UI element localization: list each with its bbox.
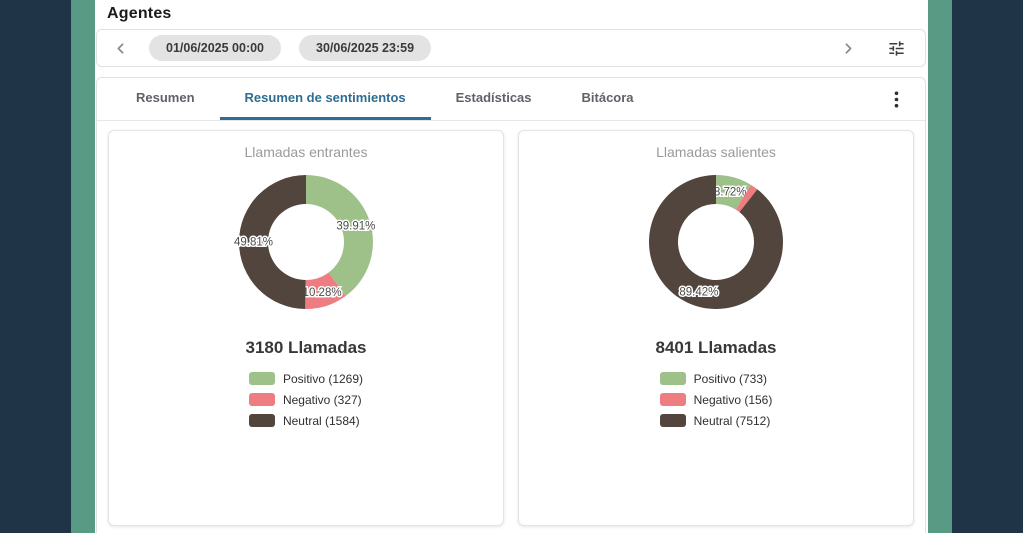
more-options-button[interactable]: [885, 88, 907, 110]
legend-label: Neutral (7512): [694, 414, 771, 428]
background-panel-left: [0, 0, 71, 533]
accent-strip-left: [71, 0, 95, 533]
date-start-chip[interactable]: 01/06/2025 00:00: [149, 35, 281, 61]
filter-settings-button[interactable]: [885, 37, 907, 59]
donut-slice-label: 39.91%: [336, 221, 375, 233]
legend-label: Negativo (327): [283, 393, 362, 407]
donut-slice-positivo[interactable]: [306, 175, 373, 296]
chevron-right-icon: [840, 40, 857, 57]
incoming-calls-title: Llamadas entrantes: [109, 144, 503, 160]
legend-swatch-icon: [660, 372, 686, 385]
legend-swatch-icon: [249, 414, 275, 427]
outgoing-calls-donut-chart: 8.72% 89.42%: [519, 161, 913, 323]
legend-swatch-icon: [249, 393, 275, 406]
next-period-button[interactable]: [837, 37, 859, 59]
legend-item-positivo[interactable]: Positivo (733): [660, 370, 773, 387]
outgoing-calls-legend: Positivo (733) Negativo (156) Neutral (751…: [660, 370, 773, 433]
page-title: Agentes: [107, 5, 172, 23]
incoming-calls-card: Llamadas entrantes 39.91% 10.28% 49.81% 31…: [108, 130, 504, 526]
legend-item-negativo[interactable]: Negativo (327): [249, 391, 363, 408]
donut-slice-label: 8.72%: [714, 186, 747, 198]
outgoing-calls-title: Llamadas salientes: [519, 144, 913, 160]
legend-swatch-icon: [249, 372, 275, 385]
accent-strip-right: [927, 0, 952, 533]
charts-row: Llamadas entrantes 39.91% 10.28% 49.81% 31…: [97, 121, 925, 526]
legend-item-positivo[interactable]: Positivo (1269): [249, 370, 363, 387]
legend-label: Negativo (156): [694, 393, 773, 407]
previous-period-button[interactable]: [109, 37, 131, 59]
tabs-panel: Resumen Resumen de sentimientos Estadíst…: [96, 77, 926, 533]
legend-swatch-icon: [660, 414, 686, 427]
page-header: Agentes: [95, 0, 928, 28]
legend-label: Neutral (1584): [283, 414, 360, 428]
outgoing-calls-total: 8401 Llamadas: [519, 338, 913, 358]
background-panel-right: [952, 0, 1023, 533]
donut-slice-label: 10.28%: [303, 287, 342, 299]
legend-swatch-icon: [660, 393, 686, 406]
content-area: Agentes 01/06/2025 00:00 30/06/2025 23:5…: [95, 0, 928, 533]
tab-bitacora[interactable]: Bitácora: [557, 78, 659, 120]
incoming-calls-total: 3180 Llamadas: [109, 338, 503, 358]
outgoing-calls-card: Llamadas salientes 8.72% 89.42% 8401 Llam…: [518, 130, 914, 526]
app-window: Agentes 01/06/2025 00:00 30/06/2025 23:5…: [0, 0, 1023, 533]
date-end-chip[interactable]: 30/06/2025 23:59: [299, 35, 431, 61]
donut-slice-label: 89.42%: [679, 287, 718, 299]
date-range-toolbar: 01/06/2025 00:00 30/06/2025 23:59: [96, 29, 926, 67]
legend-item-negativo[interactable]: Negativo (156): [660, 391, 773, 408]
tabs-bar: Resumen Resumen de sentimientos Estadíst…: [97, 78, 925, 121]
tune-sliders-icon: [887, 39, 906, 58]
legend-label: Positivo (1269): [283, 372, 363, 386]
legend-item-neutral[interactable]: Neutral (7512): [660, 412, 773, 429]
donut-slice-label: 49.81%: [234, 237, 273, 249]
tab-estadisticas[interactable]: Estadísticas: [431, 78, 557, 120]
legend-label: Positivo (733): [694, 372, 767, 386]
chevron-left-icon: [112, 40, 129, 57]
tab-resumen[interactable]: Resumen: [111, 78, 220, 120]
tab-resumen-de-sentimientos[interactable]: Resumen de sentimientos: [220, 78, 431, 120]
legend-item-neutral[interactable]: Neutral (1584): [249, 412, 363, 429]
incoming-calls-legend: Positivo (1269) Negativo (327) Neutral (15…: [249, 370, 363, 433]
kebab-menu-icon: [894, 91, 899, 108]
incoming-calls-donut-chart: 39.91% 10.28% 49.81%: [109, 161, 503, 323]
